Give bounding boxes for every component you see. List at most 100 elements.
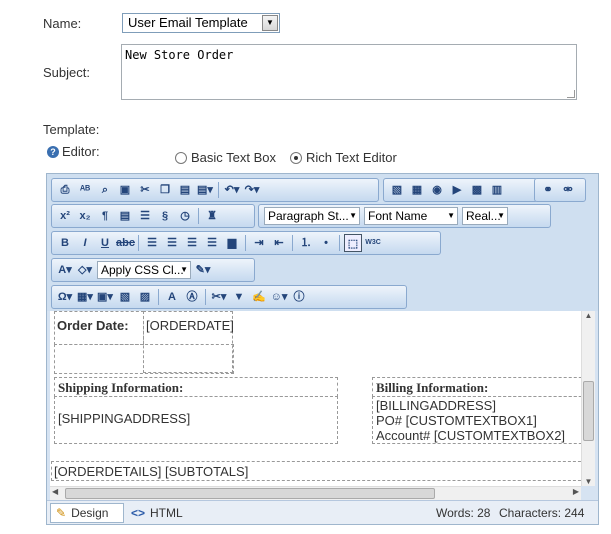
about-icon[interactable]: ⓘ bbox=[290, 288, 308, 306]
underline-icon[interactable]: U bbox=[96, 234, 114, 252]
tab-design[interactable]: ✎ Design bbox=[50, 503, 124, 523]
toolbar-row-2b: Paragraph St... ▼ Font Name ▼ Real... ▼ bbox=[258, 204, 551, 228]
resize-grip-icon[interactable] bbox=[567, 90, 575, 98]
print-icon[interactable]: ⎙ bbox=[56, 181, 74, 199]
toolbar-row-1c: ⚭ ⚮ bbox=[534, 178, 586, 202]
template-icon[interactable]: ▥ bbox=[488, 181, 506, 199]
toolbar-row-4: A▾ ◇▾ Apply CSS Cl... ▼ ✎▾ bbox=[51, 258, 255, 282]
xhtml-validator-icon[interactable]: W3C bbox=[364, 234, 382, 252]
tab-html[interactable]: <> HTML bbox=[131, 503, 183, 523]
subject-input[interactable]: New Store Order bbox=[121, 44, 577, 100]
paste-options-icon[interactable]: ▤▾ bbox=[196, 181, 214, 199]
scroll-left-icon[interactable]: ◀ bbox=[52, 487, 58, 496]
help-icon[interactable]: ? bbox=[47, 145, 59, 158]
undo-icon[interactable]: ↶▾ bbox=[223, 181, 241, 199]
paste-icon[interactable]: ▤ bbox=[176, 181, 194, 199]
image-editor-icon[interactable]: ▨ bbox=[136, 288, 154, 306]
show-borders-icon[interactable]: ⬚ bbox=[344, 234, 362, 252]
justify-icon[interactable]: ☰ bbox=[203, 234, 221, 252]
scroll-right-icon[interactable]: ▶ bbox=[573, 487, 579, 496]
name-select[interactable]: User Email Template ▼ bbox=[122, 13, 280, 33]
order-details-cell: [ORDERDETAILS] [SUBTOTALS] bbox=[51, 461, 595, 481]
align-right-icon[interactable]: ☰ bbox=[183, 234, 201, 252]
radio-basic-label: Basic Text Box bbox=[191, 150, 277, 165]
format-stripper-icon[interactable]: ♜ bbox=[203, 207, 221, 225]
toolbar-row-5: Ω▾ ▦▾ ▣▾ ▧ ▨ A Ⓐ ✂▾ ▼ ✍ ☺▾ ⓘ bbox=[51, 285, 407, 309]
document-icon[interactable]: ▦ bbox=[408, 181, 426, 199]
shipping-header-cell: Shipping Information: bbox=[54, 377, 338, 397]
paragraph-style-dropdown[interactable]: Paragraph St... ▼ bbox=[264, 207, 360, 225]
image-icon[interactable]: ▧ bbox=[388, 181, 406, 199]
radio-selected-icon[interactable] bbox=[290, 151, 302, 164]
form-icon[interactable]: ▤ bbox=[116, 207, 134, 225]
indent-icon[interactable]: ⇥ bbox=[250, 234, 268, 252]
align-left-icon[interactable]: ☰ bbox=[143, 234, 161, 252]
css-class-dropdown[interactable]: Apply CSS Cl... ▼ bbox=[97, 261, 191, 279]
subject-label: Subject: bbox=[43, 65, 90, 80]
vertical-scrollbar[interactable]: ▲ ▼ bbox=[581, 311, 595, 486]
abc-remove-icon[interactable]: Ⓐ bbox=[183, 288, 201, 306]
smiley-icon[interactable]: ☺▾ bbox=[270, 288, 288, 306]
symbol-icon[interactable]: § bbox=[156, 207, 174, 225]
name-label: Name: bbox=[43, 16, 82, 31]
select-all-icon[interactable]: ▣ bbox=[116, 181, 134, 199]
radio-basic-text[interactable]: Basic Text Box bbox=[175, 150, 276, 165]
hr-icon[interactable]: ☰ bbox=[136, 207, 154, 225]
cut-icon[interactable]: ✂ bbox=[136, 181, 154, 199]
media-icon[interactable]: ▶ bbox=[448, 181, 466, 199]
toolbar-row-2: x² x₂ ¶ ▤ ☰ § ◷ ♜ bbox=[51, 204, 255, 228]
spellcheck-icon[interactable]: ᴬᴮ bbox=[76, 181, 94, 199]
format-brush-icon[interactable]: ✎▾ bbox=[194, 261, 212, 279]
abc-check-icon[interactable]: A bbox=[163, 288, 181, 306]
copy-icon[interactable]: ❐ bbox=[156, 181, 174, 199]
font-size-dropdown[interactable]: Real... ▼ bbox=[462, 207, 508, 225]
find-icon[interactable]: ⌕ bbox=[96, 181, 114, 199]
radio-rich-text[interactable]: Rich Text Editor bbox=[290, 150, 397, 165]
paragraph-icon[interactable]: ¶ bbox=[96, 207, 114, 225]
editor-label-row: ? Editor: bbox=[47, 144, 100, 159]
font-name-dropdown[interactable]: Font Name ▼ bbox=[364, 207, 458, 225]
scroll-up-icon[interactable]: ▲ bbox=[582, 311, 595, 320]
table-icon[interactable]: ▦▾ bbox=[76, 288, 94, 306]
subject-value: New Store Order bbox=[125, 48, 234, 62]
clock-icon[interactable]: ◷ bbox=[176, 207, 194, 225]
italic-icon[interactable]: I bbox=[76, 234, 94, 252]
remove-alignment-icon[interactable]: ▆ bbox=[223, 234, 241, 252]
subscript-icon[interactable]: x₂ bbox=[76, 207, 94, 225]
pin-icon[interactable]: ▼ bbox=[230, 288, 248, 306]
outdent-icon[interactable]: ⇤ bbox=[270, 234, 288, 252]
notes-icon[interactable]: ✍ bbox=[250, 288, 268, 306]
billing-address-cell: [BILLINGADDRESS] PO# [CUSTOMTEXTBOX1] Ac… bbox=[372, 396, 595, 444]
superscript-icon[interactable]: x² bbox=[56, 207, 74, 225]
unlink-icon[interactable]: ⚮ bbox=[559, 181, 577, 199]
insert-form-icon[interactable]: ▣▾ bbox=[96, 288, 114, 306]
character-count: Characters: 244 bbox=[499, 506, 585, 520]
image-map-icon[interactable]: ▧ bbox=[116, 288, 134, 306]
horizontal-scrollbar[interactable]: ◀ ▶ bbox=[50, 486, 581, 500]
foreground-color-icon[interactable]: A▾ bbox=[56, 261, 74, 279]
toolbar-row-1b: ▧ ▦ ◉ ▶ ▩ ▥ bbox=[383, 178, 538, 202]
align-center-icon[interactable]: ☰ bbox=[163, 234, 181, 252]
link-icon[interactable]: ⚭ bbox=[539, 181, 557, 199]
word-count: Words: 28 bbox=[436, 506, 491, 520]
pencil-icon: ✎ bbox=[56, 506, 67, 520]
numbered-list-icon[interactable]: ⒈ bbox=[297, 234, 315, 252]
scroll-down-icon[interactable]: ▼ bbox=[582, 477, 595, 486]
flash-icon[interactable]: ◉ bbox=[428, 181, 446, 199]
template-label: Template: bbox=[43, 122, 100, 137]
vertical-scroll-thumb[interactable] bbox=[583, 381, 594, 441]
background-color-icon[interactable]: ◇▾ bbox=[76, 261, 94, 279]
doc-manager-icon[interactable]: ▩ bbox=[468, 181, 486, 199]
code-icon: <> bbox=[131, 506, 146, 520]
editor-content[interactable]: Order Date: [ORDERDATE] Shipping Informa… bbox=[50, 311, 595, 486]
redo-icon[interactable]: ↷▾ bbox=[243, 181, 261, 199]
chevron-down-icon[interactable]: ▼ bbox=[262, 15, 278, 31]
radio-icon[interactable] bbox=[175, 151, 187, 164]
toolbar-row-1: ⎙ ᴬᴮ ⌕ ▣ ✂ ❐ ▤ ▤▾ ↶▾ ↷▾ bbox=[51, 178, 379, 202]
bold-icon[interactable]: B bbox=[56, 234, 74, 252]
snippets-icon[interactable]: ✂▾ bbox=[210, 288, 228, 306]
strikethrough-icon[interactable]: abc bbox=[116, 234, 135, 252]
omega-icon[interactable]: Ω▾ bbox=[56, 288, 74, 306]
horizontal-scroll-thumb[interactable] bbox=[65, 488, 435, 499]
bullet-list-icon[interactable]: • bbox=[317, 234, 335, 252]
